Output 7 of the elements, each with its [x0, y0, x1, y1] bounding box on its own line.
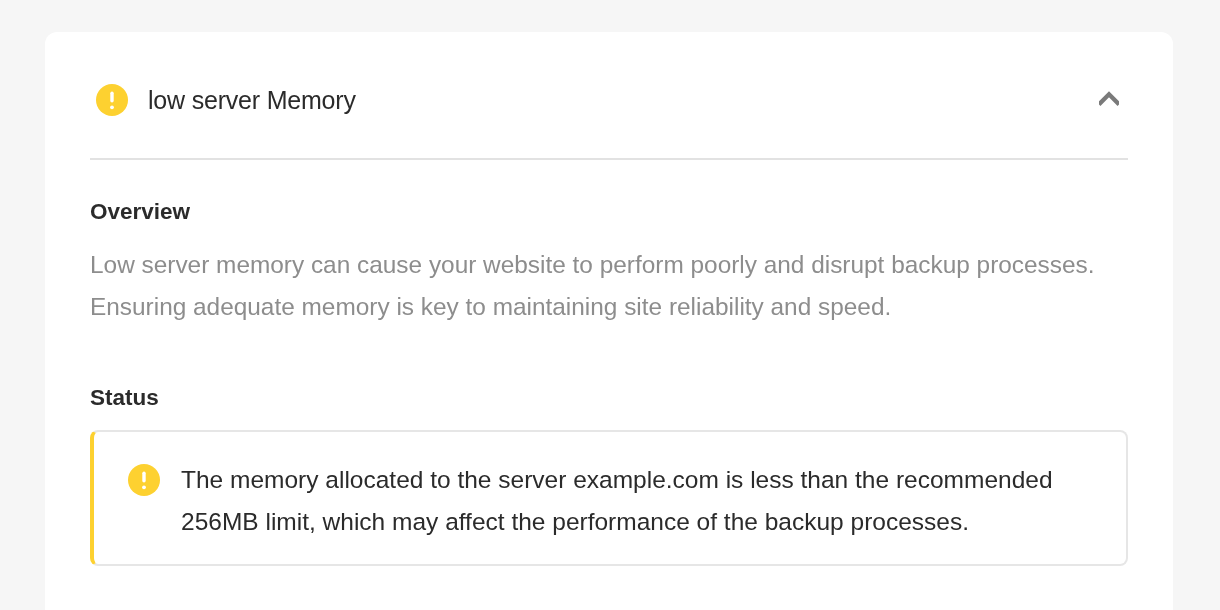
warning-icon [96, 84, 128, 116]
overview-text: Low server memory can cause your website to perform poorly and disrupt backup processes. Ensuring adequate memory is key to maintaining site reliability and speed. [90, 250, 1096, 322]
section-heading: Status [90, 384, 160, 411]
section-heading: Overview [90, 198, 192, 225]
notice-text: The memory allocated to the server example.com is less than the recommended 256MB limit, which may affect the performance of the backup processes. [181, 465, 1054, 537]
alert-title: low server Memory [148, 85, 357, 115]
warning-icon [128, 464, 160, 496]
